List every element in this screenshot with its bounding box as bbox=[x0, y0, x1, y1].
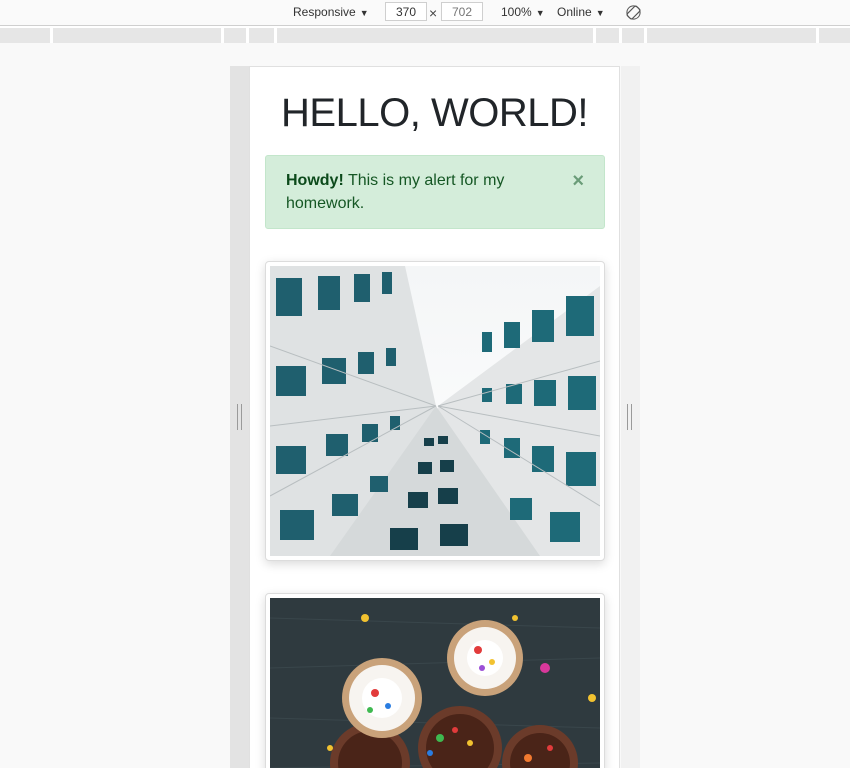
image-card bbox=[265, 261, 605, 561]
building-photo bbox=[270, 266, 600, 556]
success-alert: Howdy! This is my alert for my homework.… bbox=[265, 155, 605, 229]
media-query-bar bbox=[0, 26, 850, 43]
chevron-down-icon: ▼ bbox=[535, 8, 545, 18]
media-query-segment[interactable] bbox=[596, 28, 619, 43]
media-query-segment[interactable] bbox=[53, 28, 221, 43]
chevron-down-icon: ▼ bbox=[595, 8, 605, 18]
times-icon: × bbox=[429, 5, 438, 21]
media-query-segment[interactable] bbox=[249, 28, 274, 43]
network-select[interactable]: Online ▼ bbox=[557, 0, 605, 25]
device-toolbar: Responsive▼ × 100%▼ Online▼ bbox=[0, 0, 850, 26]
media-query-segment[interactable] bbox=[622, 28, 644, 43]
right-resize-handle[interactable] bbox=[627, 404, 632, 430]
page-title: HELLO, WORLD! bbox=[281, 91, 588, 135]
rotate-icon[interactable] bbox=[626, 5, 641, 20]
media-query-segment[interactable] bbox=[0, 28, 50, 43]
image-card bbox=[265, 593, 605, 768]
emulated-viewport: HELLO, WORLD! Howdy! This is my alert fo… bbox=[249, 66, 620, 768]
media-query-segment[interactable] bbox=[277, 28, 593, 43]
device-label: Responsive bbox=[293, 5, 356, 19]
height-input[interactable] bbox=[441, 2, 483, 21]
media-query-segment[interactable] bbox=[224, 28, 246, 43]
media-query-segment[interactable] bbox=[819, 28, 850, 43]
cupcakes-photo bbox=[270, 598, 600, 768]
alert-heading: Howdy! bbox=[286, 172, 344, 189]
close-icon[interactable]: × bbox=[572, 170, 584, 192]
chevron-down-icon: ▼ bbox=[359, 8, 369, 18]
width-input[interactable] bbox=[385, 2, 427, 21]
zoom-select[interactable]: 100% ▼ bbox=[501, 0, 545, 25]
device-select[interactable]: Responsive ▼ bbox=[293, 0, 369, 25]
zoom-label: 100% bbox=[501, 5, 532, 19]
left-resize-handle[interactable] bbox=[237, 404, 242, 430]
media-query-segment[interactable] bbox=[647, 28, 816, 43]
network-label: Online bbox=[557, 5, 592, 19]
